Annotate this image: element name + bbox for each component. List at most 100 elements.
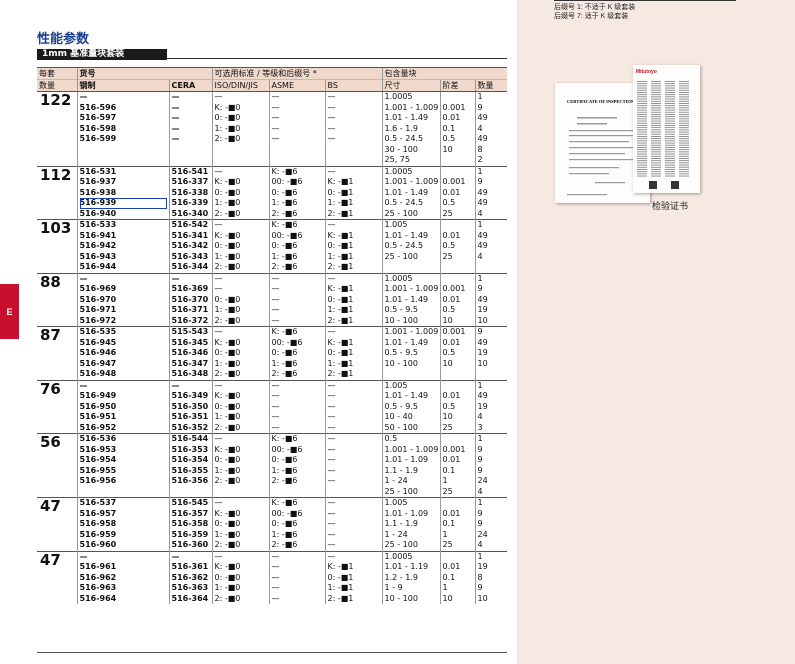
block-step: 0.01 [442, 508, 461, 518]
cera-code: 516-541 [171, 166, 209, 176]
steel-code[interactable]: 516-937 [80, 177, 167, 188]
block-count: 49 [477, 198, 488, 207]
steel-code[interactable]: 516-597 [80, 113, 167, 124]
asme-grade: K: -■6 [271, 166, 298, 176]
iso-grade: — [214, 380, 223, 390]
iso-grade: 0: -■0 [214, 572, 241, 582]
steel-code[interactable]: 516-943 [80, 252, 167, 263]
block-step: 10 [442, 412, 453, 421]
steel-code[interactable]: 516-948 [80, 369, 167, 380]
steel-code[interactable]: 516-596 [80, 103, 167, 114]
bs-grade: 1: -■1 [327, 198, 354, 207]
block-step [443, 552, 473, 562]
asme-grade: — [271, 273, 280, 283]
steel-code[interactable]: 516-940 [80, 209, 167, 220]
steel-code[interactable]: 516-956 [80, 476, 167, 487]
steel-code[interactable]: 516-960 [80, 540, 167, 551]
asme-grade-cell: K: -■6 00: -■6 0: -■6 1: -■6 2: -■6 [268, 165, 325, 220]
steel-code[interactable]: 516-957 [80, 509, 167, 520]
asme-grade: 2: -■6 [271, 369, 298, 378]
steel-code[interactable]: 516-953 [80, 445, 167, 456]
block-step: 0.1 [442, 572, 456, 582]
block-step: 0.001 [442, 327, 466, 336]
steel-code[interactable]: 516-952 [80, 423, 167, 434]
steel-code[interactable]: 516-941 [80, 231, 167, 242]
block-size-cell: 1.005 1.01 - 1.09 1.1 - 1.9 1 - 24 25 - 100 [381, 497, 441, 551]
block-size: 1.001 - 1.009 [384, 177, 439, 186]
steel-code[interactable]: 516-970 [80, 295, 167, 306]
set-row: 47—516-961 516-962 516-963 516-964—516-361 5… [37, 550, 508, 605]
steel-code[interactable]: 516-944 [80, 262, 167, 273]
bs-grade: — [327, 508, 336, 518]
asme-grade: 0: -■6 [271, 348, 298, 357]
asme-grade: 1: -■6 [271, 251, 298, 261]
steel-code[interactable]: 516-963 [80, 583, 167, 594]
steel-code[interactable]: 516-950 [80, 402, 167, 413]
steel-code[interactable]: 516-969 [80, 284, 167, 295]
steel-code[interactable]: 516-971 [80, 305, 167, 316]
sidebar-note: 后缀号 1: 不适于 K 级套装 [554, 4, 636, 11]
steel-code[interactable]: 516-959 [80, 530, 167, 541]
block-count: 1 [477, 551, 483, 561]
block-count-cell: 9 49 19 10 [474, 326, 508, 380]
steel-code[interactable]: 516-955 [80, 466, 167, 477]
cera-code: 516-348 [171, 369, 209, 378]
steel-code[interactable]: 516-962 [80, 573, 167, 584]
header-qty-2: 数量 [37, 79, 77, 92]
bs-grade: — [327, 134, 336, 143]
section-tab[interactable]: E [0, 284, 19, 339]
certificate-page-back: Mitutoyo [633, 65, 700, 193]
steel-code[interactable]: 516-531 [80, 167, 167, 177]
bs-grade: — [327, 123, 336, 133]
steel-code[interactable]: 516-946 [80, 348, 167, 359]
block-size: 1.01 - 1.49 [384, 230, 429, 240]
steel-code[interactable]: 516-961 [80, 562, 167, 573]
iso-grade: 2: -■0 [214, 369, 241, 378]
steel-code[interactable]: 516-598 [80, 124, 167, 135]
block-count: 1 [477, 166, 483, 176]
steel-code[interactable]: 516-535 [80, 327, 167, 337]
steel-code[interactable]: 516-947 [80, 359, 167, 370]
block-count: 1 [477, 220, 483, 229]
block-count-cell: 1 9 9 24 4 [474, 497, 508, 551]
block-size: 0.5 - 24.5 [384, 241, 424, 250]
steel-code-cell: —516-969 516-970 516-971 516-972 [76, 272, 169, 327]
cera-code: 516-358 [171, 519, 209, 528]
block-size: 1.0005 [384, 92, 413, 101]
asme-grade: 00: -■6 [271, 337, 303, 347]
steel-code[interactable]: 516-958 [80, 519, 167, 530]
block-step: 0.1 [442, 123, 456, 133]
steel-code[interactable]: 516-533 [80, 220, 167, 230]
cera-code: — [171, 551, 180, 561]
iso-grade-cell: — K: -■0 0: -■0 1: -■0 2: -■0 [211, 219, 269, 273]
iso-grade: 2: -■0 [214, 262, 241, 271]
steel-code[interactable]: 516-938 [80, 188, 167, 199]
block-size: 0.5 - 9.5 [384, 305, 418, 314]
steel-code[interactable]: 516-954 [80, 455, 167, 466]
set-qty: 112 [37, 165, 77, 220]
steel-code[interactable]: 516-951 [80, 412, 167, 423]
steel-code[interactable]: 516-599 [80, 134, 167, 145]
iso-grade: — [214, 327, 223, 336]
steel-code[interactable]: 516-942 [80, 241, 167, 252]
bs-grade: 2: -■1 [327, 262, 354, 271]
steel-code[interactable]: 516-949 [80, 391, 167, 402]
cera-code: 516-342 [171, 241, 209, 250]
iso-grade: 1: -■0 [214, 251, 241, 261]
bs-grade: — [327, 220, 336, 229]
steel-code[interactable]: 516-972 [80, 316, 167, 327]
brand-logo: Mitutoyo [636, 69, 657, 75]
cera-code: 516-355 [171, 465, 209, 475]
steel-code[interactable]: 516-964 [80, 594, 167, 605]
asme-grade: 2: -■6 [271, 208, 298, 218]
steel-code[interactable]: 516-537 [80, 498, 167, 508]
steel-code[interactable]: 516-939 [79, 198, 167, 209]
steel-code[interactable]: 516-536 [80, 435, 167, 445]
block-size: 0.5 - 24.5 [384, 198, 424, 207]
steel-code[interactable]: 516-945 [80, 338, 167, 349]
block-step: 0.5 [442, 241, 456, 250]
block-size: 0.5 - 9.5 [384, 401, 418, 411]
iso-grade: 2: -■0 [214, 315, 241, 325]
block-size-cell: 0.5 1.001 - 1.009 1.01 - 1.09 1.1 - 1.9 1 - … [381, 433, 441, 498]
certificate-back-graphic: Mitutoyo [636, 69, 689, 189]
